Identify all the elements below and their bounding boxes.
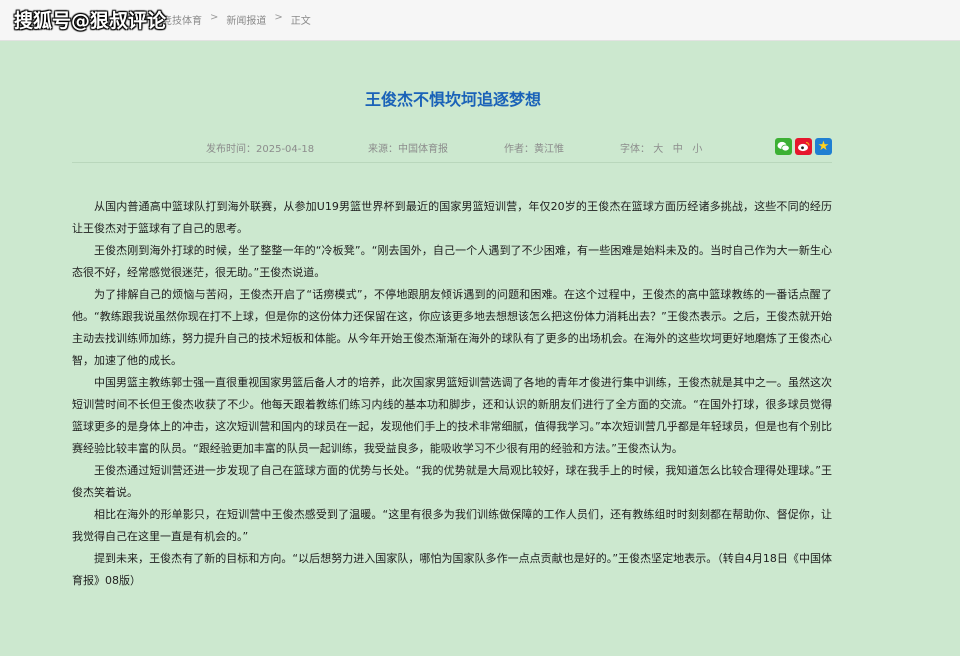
wechat-icon[interactable] [775,138,792,155]
article-paragraph: 提到未来，王俊杰有了新的目标和方向。“以后想努力进入国家队，哪怕为国家队多作一点… [72,552,832,587]
meta-divider [72,162,832,163]
article-paragraph: 相比在海外的形单影只，在短训营中王俊杰感受到了温暖。“这里有很多为我们训练做保障… [72,508,832,543]
article-body: 从国内普通高中篮球队打到海外联赛，从参加U19男篮世界杯到最近的国家男篮短训营，… [72,196,832,592]
breadcrumb: 竞技体育 > 新闻报道 > 正文 [162,12,311,27]
sohu-watermark: 搜狐号@狠叔评论 [14,10,167,32]
font-size-label: 字体： [620,144,650,155]
breadcrumb-separator: > [210,12,219,23]
article-paragraph: 从国内普通高中篮球队打到海外联赛，从参加U19男篮世界杯到最近的国家男篮短训营，… [72,200,832,235]
breadcrumb-item-sports[interactable]: 竞技体育 [162,12,202,27]
font-size-control: 字体： 大 中 小 [620,140,702,155]
breadcrumb-item-news[interactable]: 新闻报道 [226,12,266,27]
article-source: 来源：中国体育报 [368,144,448,155]
article-title: 王俊杰不惧坎坷追逐梦想 [364,90,541,109]
share-bar: ★ [775,138,832,155]
weibo-icon[interactable] [795,138,812,155]
font-size-large[interactable]: 大 [653,144,663,155]
font-size-medium[interactable]: 中 [673,144,683,155]
article-paragraph: 中国男篮主教练郭士强一直很重视国家男篮后备人才的培养，此次国家男篮短训营选调了各… [72,376,832,455]
article-paragraph: 王俊杰刚到海外打球的时候，坐了整整一年的“冷板凳”。“刚去国外，自己一个人遇到了… [72,244,832,279]
publish-date: 发布时间：2025-04-18 [206,144,315,155]
breadcrumb-item-current: 正文 [290,16,311,27]
article-paragraph: 为了排解自己的烦恼与苦闷，王俊杰开启了“话痨模式”，不停地跟朋友倾诉遇到的问题和… [72,288,832,367]
font-size-small[interactable]: 小 [692,144,702,155]
article-author: 作者：黄江惟 [504,144,564,155]
article-paragraph: 王俊杰通过短训营还进一步发现了自己在篮球方面的优势与长处。“我的优势就是大局观比… [72,464,832,499]
breadcrumb-separator: > [274,12,283,23]
favorite-icon[interactable]: ★ [815,138,832,155]
